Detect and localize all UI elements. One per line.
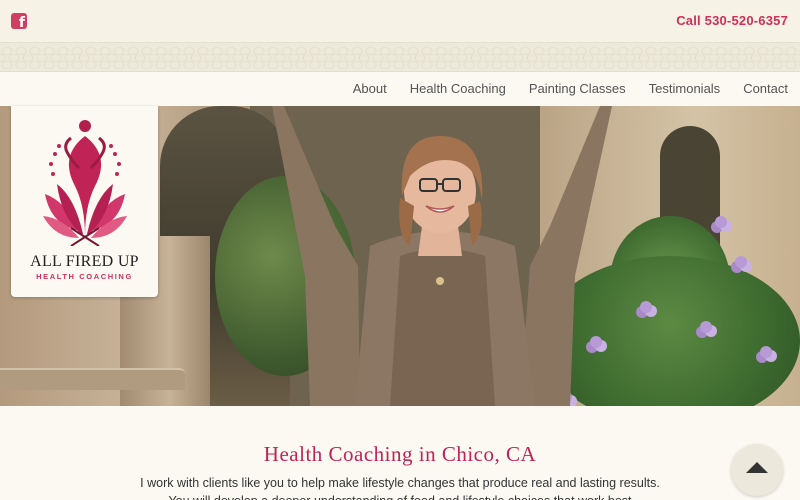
site-logo[interactable]: ALL FIRED UP HEALTH COACHING: [11, 106, 158, 297]
hero-person: [272, 106, 612, 406]
nav-item-about[interactable]: About: [353, 81, 387, 96]
hero-ledge: [0, 368, 185, 390]
nav-item-contact[interactable]: Contact: [743, 81, 788, 96]
hero-flower: [735, 256, 747, 268]
main-content: Health Coaching in Chico, CA I work with…: [0, 406, 800, 500]
page-title: Health Coaching in Chico, CA: [263, 442, 537, 466]
logo-name: ALL FIRED UP: [30, 253, 139, 270]
main-nav: About Health Coaching Painting Classes T…: [0, 72, 800, 106]
nav-item-testimonials[interactable]: Testimonials: [649, 81, 721, 96]
nav-item-health-coaching[interactable]: Health Coaching: [410, 81, 506, 96]
top-bar: f Call 530-520-6357: [0, 0, 800, 42]
nav-item-painting-classes[interactable]: Painting Classes: [529, 81, 626, 96]
caret-up-icon: [746, 462, 768, 473]
intro-paragraph: I work with clients like you to help mak…: [140, 476, 660, 500]
hero-flower: [760, 346, 772, 358]
logo-tagline: HEALTH COACHING: [36, 272, 133, 281]
lotus-logo-icon: [43, 120, 127, 246]
decorative-pattern-band: [0, 42, 800, 72]
scroll-to-top-button[interactable]: [731, 444, 783, 496]
hero-flower: [715, 216, 727, 228]
hero-flower: [700, 321, 712, 333]
facebook-icon[interactable]: f: [11, 13, 27, 30]
phone-link[interactable]: Call 530-520-6357: [676, 13, 788, 28]
hero-flower: [640, 301, 652, 313]
